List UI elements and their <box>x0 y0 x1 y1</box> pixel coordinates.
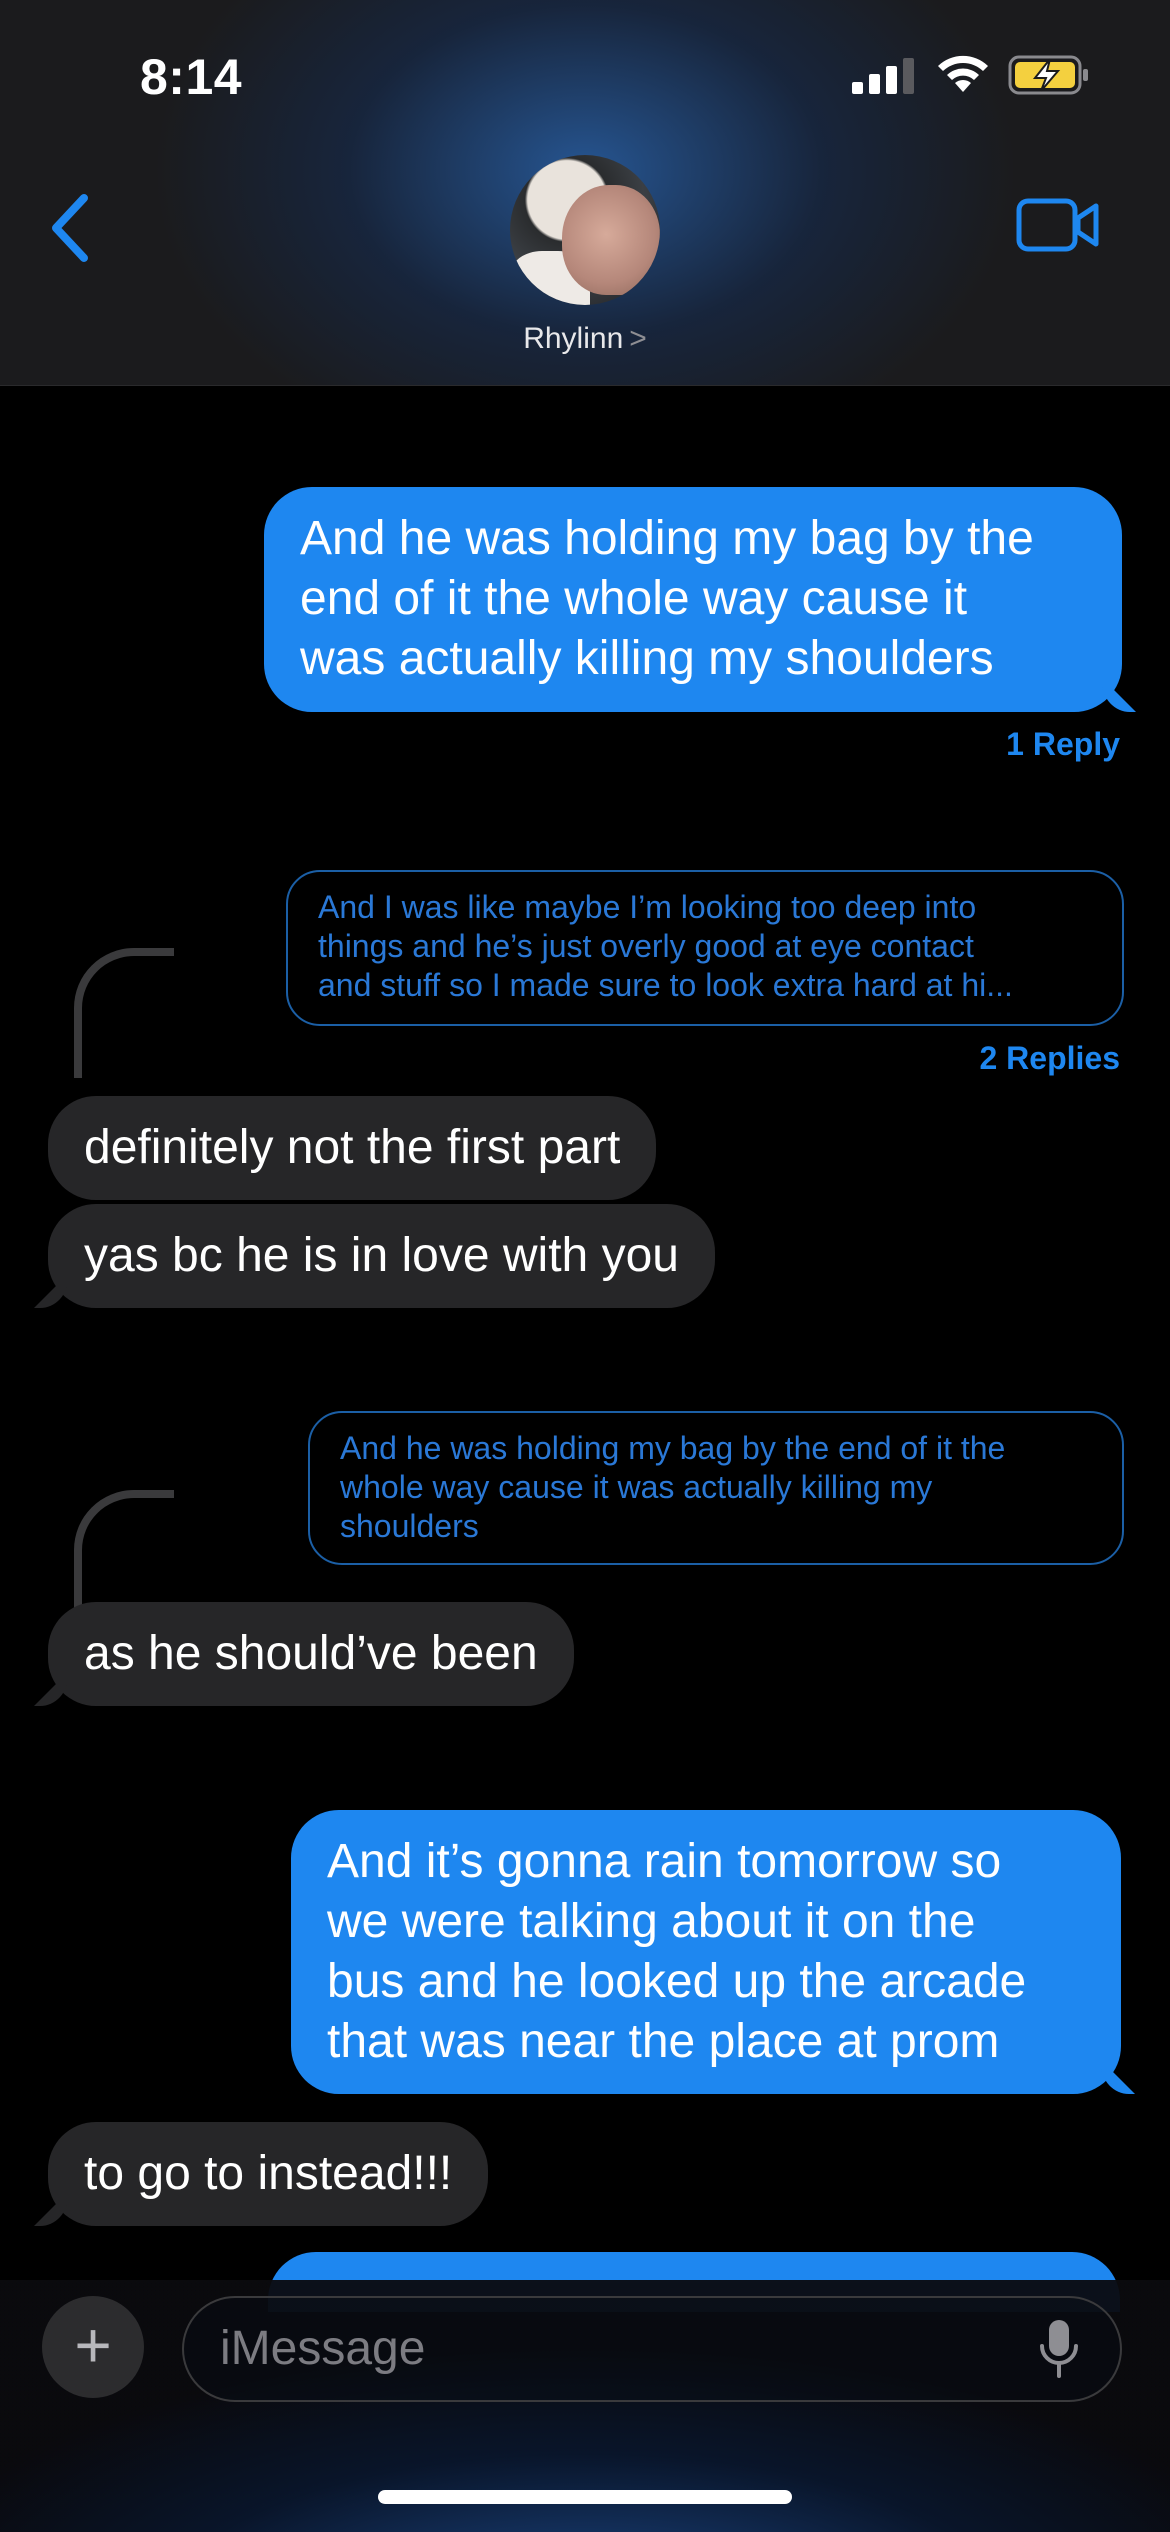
microphone-icon[interactable] <box>1038 2318 1080 2380</box>
battery-charging-icon <box>1008 55 1088 95</box>
imessage-input[interactable]: iMessage <box>182 2296 1122 2402</box>
quote-line: and stuff so I made sure to look extra h… <box>318 967 1013 1003</box>
thread-connector <box>74 948 174 1078</box>
quote-line: shoulders <box>340 1508 479 1544</box>
message-line: And he was holding my bag by the <box>300 512 1034 565</box>
message-line: that was near the place at prom <box>327 2015 1000 2068</box>
signal-icon <box>852 58 914 94</box>
reply-count-link[interactable]: 1 Reply <box>800 726 1120 763</box>
incoming-message[interactable]: definitely not the first part <box>48 1096 657 1200</box>
message-line: bus and he looked up the arcade <box>327 1955 1027 2008</box>
home-indicator[interactable] <box>378 2490 792 2504</box>
back-chevron-icon[interactable] <box>42 190 98 266</box>
plus-icon: + <box>74 2309 112 2381</box>
incoming-message[interactable]: yas bc he is in love with you <box>48 1204 715 1308</box>
outgoing-message[interactable]: And it’s gonna rain tomorrow so we were … <box>291 1810 1121 2094</box>
message-line: And it’s gonna rain tomorrow so <box>327 1835 1002 1888</box>
outgoing-message[interactable]: And he was holding my bag by the end of … <box>264 487 1122 712</box>
reply-count-link[interactable]: 2 Replies <box>800 1040 1120 1077</box>
chevron-right-icon: > <box>629 322 647 355</box>
quote-line: And I was like maybe I’m looking too dee… <box>318 889 977 925</box>
quoted-message[interactable]: And he was holding my bag by the end of … <box>308 1411 1124 1565</box>
conversation-header: 8:14 Rhylinn > <box>0 0 1170 386</box>
contact-avatar[interactable] <box>510 155 660 305</box>
thread-connector <box>74 1490 174 1620</box>
status-time: 8:14 <box>140 49 243 105</box>
video-camera-icon[interactable] <box>1016 198 1100 252</box>
incoming-message[interactable]: to go to instead!!! <box>48 2122 489 2226</box>
contact-name[interactable]: Rhylinn > <box>0 322 1170 356</box>
quote-line: things and he’s just overly good at eye … <box>318 928 974 964</box>
contact-name-label: Rhylinn <box>523 322 624 355</box>
quote-line: And he was holding my bag by the end of … <box>340 1430 1006 1466</box>
incoming-message[interactable]: as he should’ve been <box>48 1602 574 1706</box>
message-line: we were talking about it on the <box>327 1895 976 1948</box>
message-line: end of it the whole way cause it <box>300 572 968 625</box>
message-line: was actually killing my shoulders <box>300 632 994 685</box>
quoted-message[interactable]: And I was like maybe I’m looking too dee… <box>286 870 1124 1026</box>
wifi-icon <box>938 55 988 92</box>
apps-plus-button[interactable]: + <box>42 2296 144 2398</box>
quote-line: whole way cause it was actually killing … <box>340 1469 933 1505</box>
